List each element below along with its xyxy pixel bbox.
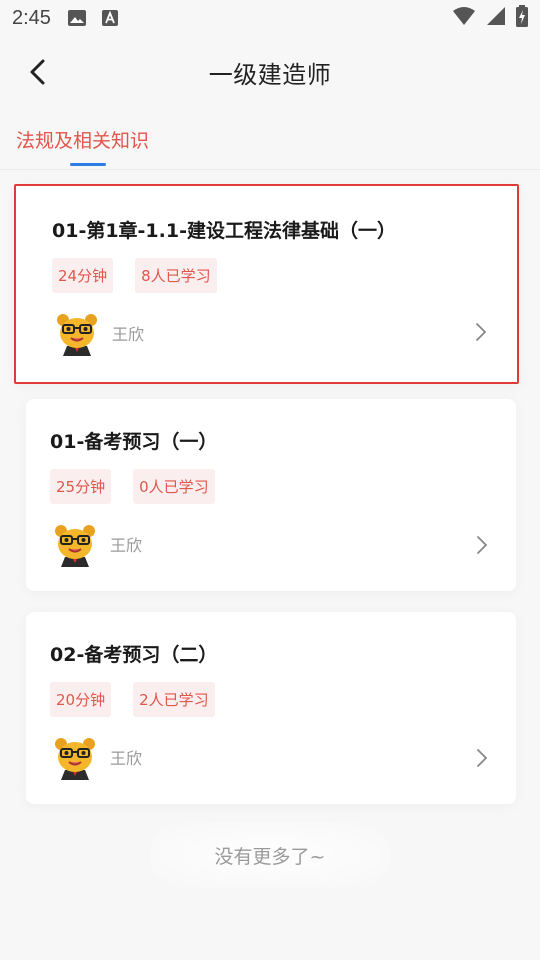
course-card[interactable]: 01-第1章-1.1-建设工程法律基础（一） 24分钟 8人已学习 王欣 <box>14 184 519 384</box>
course-title: 01-第1章-1.1-建设工程法律基础（一） <box>52 220 396 242</box>
teacher-info: 王欣 <box>54 310 144 356</box>
learners-badge: 2人已学习 <box>133 682 215 717</box>
course-title: 01-备考预习（一） <box>50 431 218 453</box>
no-more-text: 没有更多了~ <box>150 822 390 888</box>
teacher-name: 王欣 <box>110 536 143 555</box>
tab-indicator <box>70 163 106 166</box>
teacher-name: 王欣 <box>110 749 143 768</box>
course-tags: 25分钟 0人已学习 <box>50 469 215 504</box>
duration-badge: 20分钟 <box>50 682 112 717</box>
status-bar: 2:45 <box>0 0 540 36</box>
font-icon <box>101 9 119 27</box>
teacher-info: 王欣 <box>52 734 142 780</box>
battery-charging-icon <box>516 4 528 32</box>
avatar <box>57 314 97 356</box>
nav-bar: 一级建造师 <box>0 36 540 108</box>
learners-badge: 8人已学习 <box>135 258 217 293</box>
chevron-right-icon <box>477 536 488 554</box>
learners-badge: 0人已学习 <box>133 469 215 504</box>
course-card[interactable]: 01-备考预习（一） 25分钟 0人已学习 王欣 <box>26 399 516 591</box>
tab-bar: 法规及相关知识 <box>0 116 540 170</box>
duration-badge: 24分钟 <box>52 258 114 293</box>
duration-badge: 25分钟 <box>50 469 112 504</box>
course-tags: 24分钟 8人已学习 <box>52 258 217 293</box>
back-button[interactable] <box>22 56 54 88</box>
wifi-icon <box>452 6 476 31</box>
course-tags: 20分钟 2人已学习 <box>50 682 215 717</box>
avatar <box>55 738 95 780</box>
chevron-right-icon <box>476 323 487 341</box>
avatar <box>55 525 95 567</box>
signal-icon <box>486 6 506 31</box>
chevron-right-icon <box>477 749 488 767</box>
course-card[interactable]: 02-备考预习（二） 20分钟 2人已学习 王欣 <box>26 612 516 804</box>
status-time: 2:45 <box>12 6 51 29</box>
tab-regulations[interactable]: 法规及相关知识 <box>16 126 149 153</box>
chevron-left-icon <box>30 59 45 85</box>
image-icon <box>67 9 87 27</box>
teacher-name: 王欣 <box>112 325 145 344</box>
teacher-info: 王欣 <box>52 521 142 567</box>
course-title: 02-备考预习（二） <box>50 644 218 666</box>
page-title: 一级建造师 <box>208 60 332 89</box>
